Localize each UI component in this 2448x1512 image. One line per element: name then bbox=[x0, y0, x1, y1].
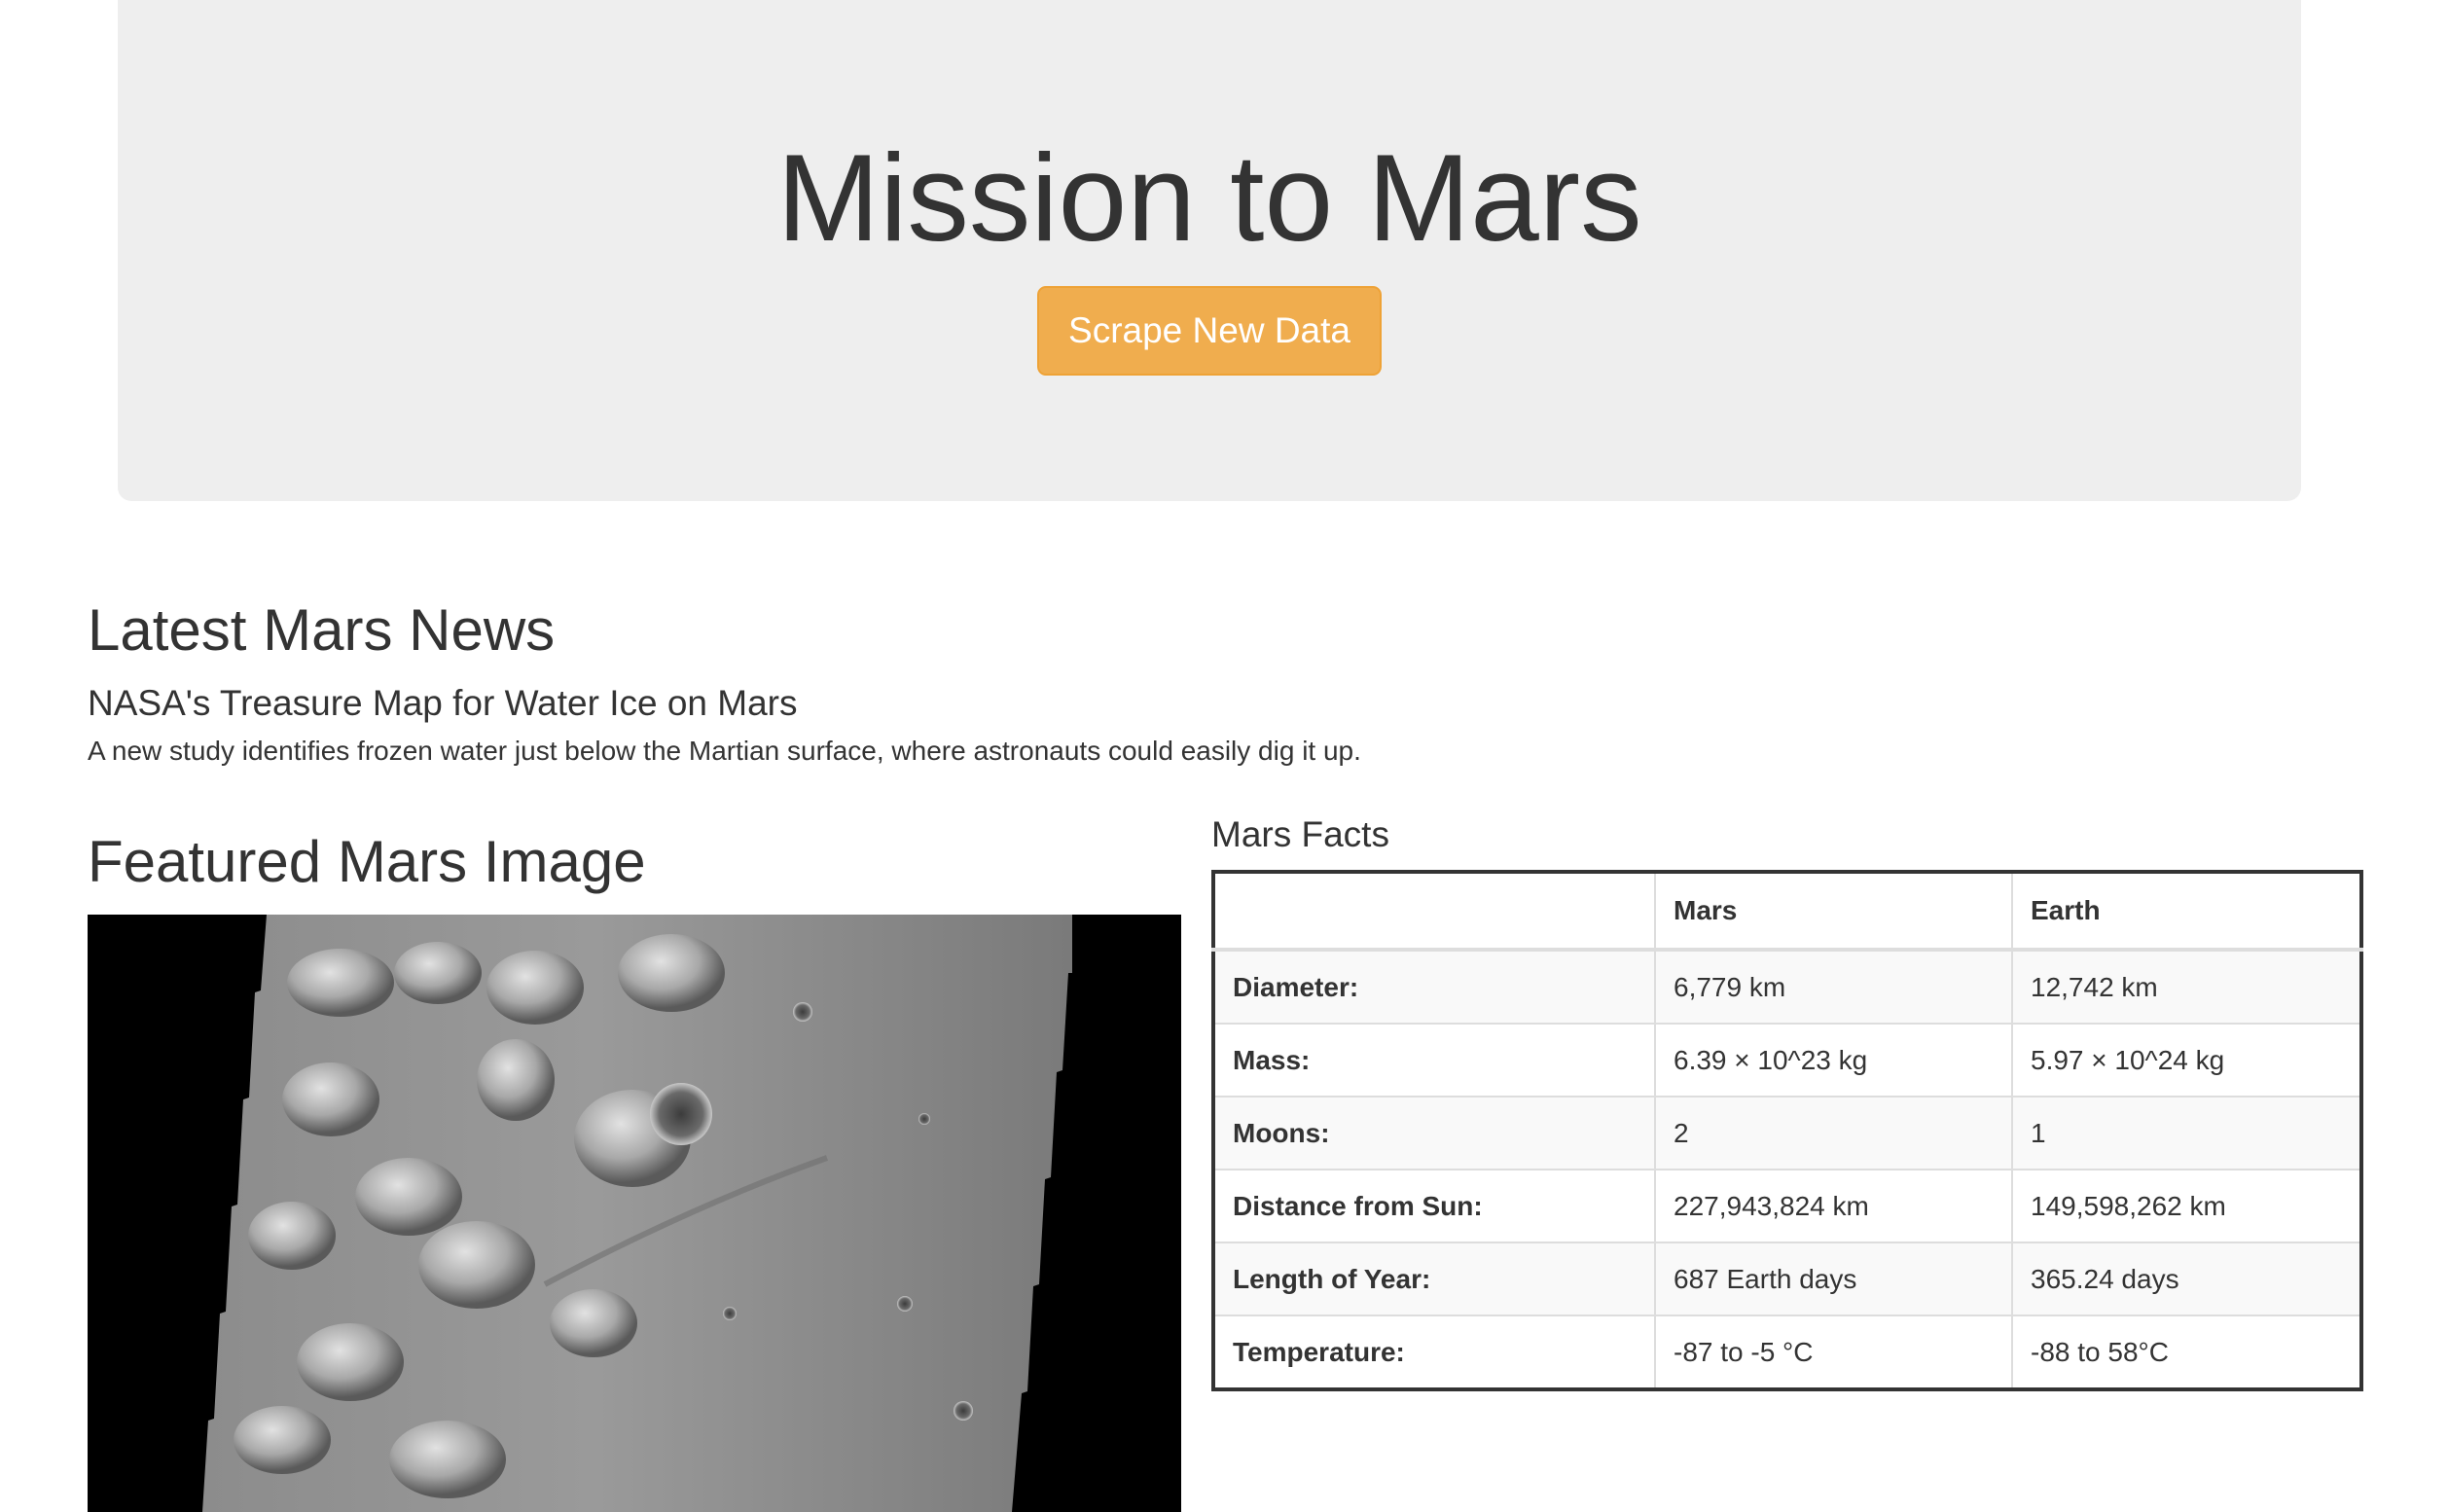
news-teaser: A new study identifies frozen water just… bbox=[88, 736, 1361, 766]
news-title: NASA's Treasure Map for Water Ice on Mar… bbox=[88, 683, 798, 723]
table-row: Distance from Sun: 227,943,824 km 149,59… bbox=[1212, 1169, 2362, 1243]
featured-image-heading: Featured Mars Image bbox=[88, 829, 646, 894]
mars-value: -87 to -5 °C bbox=[1654, 1314, 2013, 1390]
mars-value: 227,943,824 km bbox=[1654, 1169, 2013, 1243]
row-label: Moons: bbox=[1212, 1096, 1656, 1170]
table-header-row: Mars Earth bbox=[1212, 871, 2362, 952]
mars-facts-table: Mars Earth Diameter: 6,779 km 12,742 km … bbox=[1211, 870, 2363, 1391]
table-row: Diameter: 6,779 km 12,742 km bbox=[1212, 949, 2362, 1025]
row-label: Diameter: bbox=[1212, 949, 1656, 1025]
earth-value: 365.24 days bbox=[2011, 1242, 2362, 1316]
table-row: Length of Year: 687 Earth days 365.24 da… bbox=[1212, 1242, 2362, 1316]
row-label: Length of Year: bbox=[1212, 1242, 1656, 1316]
latest-news-heading: Latest Mars News bbox=[88, 597, 556, 663]
table-row: Temperature: -87 to -5 °C -88 to 58°C bbox=[1212, 1314, 2362, 1390]
featured-mars-image bbox=[88, 915, 1181, 1512]
mars-facts-heading: Mars Facts bbox=[1211, 814, 1389, 854]
earth-value: 5.97 × 10^24 kg bbox=[2011, 1023, 2362, 1098]
row-label: Mass: bbox=[1212, 1023, 1656, 1098]
mars-value: 6,779 km bbox=[1654, 949, 2013, 1025]
column-header-blank bbox=[1212, 871, 1656, 952]
mars-value: 6.39 × 10^23 kg bbox=[1654, 1023, 2013, 1098]
jumbotron-header: Mission to Mars Scrape New Data bbox=[118, 0, 2301, 501]
mars-value: 687 Earth days bbox=[1654, 1242, 2013, 1316]
row-label: Distance from Sun: bbox=[1212, 1169, 1656, 1243]
column-header-mars: Mars bbox=[1654, 871, 2013, 952]
earth-value: 12,742 km bbox=[2011, 949, 2362, 1025]
earth-value: 149,598,262 km bbox=[2011, 1169, 2362, 1243]
mars-value: 2 bbox=[1654, 1096, 2013, 1170]
column-header-earth: Earth bbox=[2011, 871, 2362, 952]
earth-value: -88 to 58°C bbox=[2011, 1314, 2362, 1390]
row-label: Temperature: bbox=[1212, 1314, 1656, 1390]
table-row: Moons: 2 1 bbox=[1212, 1096, 2362, 1170]
scrape-new-data-button[interactable]: Scrape New Data bbox=[1037, 286, 1382, 376]
earth-value: 1 bbox=[2011, 1096, 2362, 1170]
page-title: Mission to Mars bbox=[776, 128, 1642, 267]
table-row: Mass: 6.39 × 10^23 kg 5.97 × 10^24 kg bbox=[1212, 1023, 2362, 1098]
